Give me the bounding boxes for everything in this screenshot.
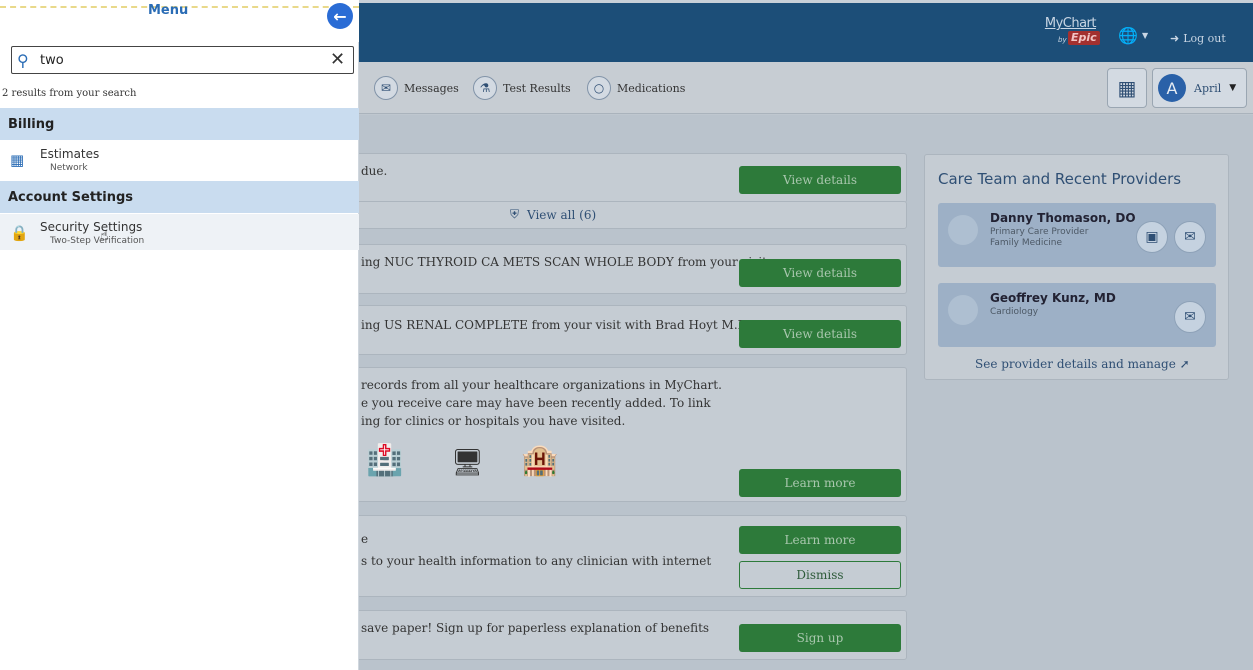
user-menu-button[interactable]: A April ▼ [1152,68,1247,108]
provider-name: Danny Thomason, DO [990,211,1136,225]
flask-icon: ⚗ [473,76,497,100]
view-details-button[interactable]: View details [739,320,901,348]
chevron-down-icon: ▼ [1229,83,1237,93]
menu-search-box: ⚲ ✕ [11,46,354,74]
result-title: Security Settings [40,220,143,234]
result-subtitle: Two-Step Verification [50,236,145,246]
provider-photo [948,295,978,325]
view-all-link[interactable]: ⛨ View all (6) [510,207,596,222]
menu-search-input[interactable] [40,50,320,70]
paperless-card: save paper! Sign up for paperless explan… [340,610,907,660]
paperless-text: save paper! Sign up for paperless explan… [361,621,710,635]
link-accounts-card: records from all your healthcare organiz… [340,367,907,502]
link-accounts-text-3: ing for clinics or hospitals you have vi… [361,414,626,428]
message-button[interactable]: ✉ [1174,221,1206,253]
provider-role: Primary Care Provider Family Medicine [990,227,1088,249]
result-subtitle: Network [50,163,88,173]
overdue-card: due. View details [340,153,907,203]
provider-card[interactable]: Danny Thomason, DO Primary Care Provider… [938,203,1216,267]
share-everywhere-card: e s to your health information to any cl… [340,515,907,597]
envelope-icon: ✉ [1184,229,1196,245]
calendar-icon: ▣ [1145,229,1159,245]
message-button[interactable]: ✉ [1174,301,1206,333]
care-team-panel: Care Team and Recent Providers Danny Tho… [924,154,1229,380]
menu-result-security-settings[interactable]: 🔒 Security Settings Two-Step Verificatio… [0,214,359,250]
test-result-card: ing US RENAL COMPLETE from your visit wi… [340,305,907,355]
share-card-text: s to your health information to any clin… [361,554,712,568]
logout-icon: ➜ [1170,31,1180,45]
nav-test-results[interactable]: ⚗ Test Results [473,76,571,100]
provider-photo [948,215,978,245]
envelope-icon: ✉ [1184,309,1196,325]
view-details-button[interactable]: View details [739,166,901,194]
provider-role: Cardiology [990,307,1039,317]
avatar: A [1158,74,1186,102]
globe-icon: 🌐 [1118,26,1138,45]
provider-card[interactable]: Geoffrey Kunz, MD Cardiology ✉ [938,283,1216,347]
nav-medications-label: Medications [617,81,686,95]
menu-title: Menu [148,3,189,18]
test-result-text: ing US RENAL COMPLETE from your visit wi… [361,318,755,332]
view-all-label: View all (6) [527,207,597,222]
logo-mychart-text: MyChart [1044,16,1097,31]
see-provider-details-label: See provider details and manage [975,357,1176,371]
learn-more-button[interactable]: Learn more [739,469,901,497]
lock-icon: 🔒 [10,224,29,242]
nav-test-results-label: Test Results [503,81,571,95]
section-heading-account-settings: Account Settings [0,181,359,213]
nav-messages[interactable]: ✉ Messages [374,76,459,100]
shield-icon: ⛨ [510,207,520,221]
envelope-icon: ✉ [374,76,398,100]
nav-medications[interactable]: ○ Medications [587,76,685,100]
care-team-title: Care Team and Recent Providers [938,170,1182,188]
view-all-bar [340,201,907,229]
logo-by-text: by [1058,36,1067,44]
section-heading-billing: Billing [0,108,359,140]
sign-up-button[interactable]: Sign up [739,624,901,652]
qr-code-icon: ▦ [1117,76,1137,100]
menu-header: Menu ← [0,0,359,42]
search-icon: ⚲ [17,51,29,70]
see-provider-details-link[interactable]: See provider details and manage ➚ [975,357,1190,371]
test-result-card: ing NUC THYROID CA METS SCAN WHOLE BODY … [340,244,907,294]
schedule-button[interactable]: ▣ [1136,221,1168,253]
clinic-illustration-icon: 🏨 [521,443,559,478]
provider-name: Geoffrey Kunz, MD [990,291,1116,305]
share-card-title: e [361,532,369,546]
external-link-icon: ➚ [1179,357,1190,371]
hand-cursor-icon: ☝ [100,228,109,244]
learn-more-button[interactable]: Learn more [739,526,901,554]
qr-code-button[interactable]: ▦ [1107,68,1147,108]
provider-role-2: Family Medicine [990,238,1063,248]
result-title: Estimates [40,147,100,161]
chevron-down-icon: ▼ [1142,31,1149,40]
logout-label: Log out [1183,31,1226,45]
menu-result-estimates[interactable]: ▦ Estimates Network [0,141,359,177]
hospital-illustration-icon: 🏥 [366,443,404,478]
pill-icon: ○ [587,76,611,100]
clear-search-icon[interactable]: ✕ [330,49,345,70]
mychart-logo[interactable]: MyChart by Epic [1044,16,1100,48]
overdue-card-text: due. [361,164,388,178]
link-accounts-text-2: e you receive care may have been recentl… [361,396,711,410]
dismiss-button[interactable]: Dismiss [739,561,901,589]
user-name: April [1194,81,1222,95]
test-result-text: ing NUC THYROID CA METS SCAN WHOLE BODY … [361,255,767,269]
nav-messages-label: Messages [404,81,459,95]
search-results-count: 2 results from your search [2,88,137,99]
logo-epic-text: Epic [1068,31,1100,45]
view-details-button[interactable]: View details [739,259,901,287]
logout-button[interactable]: ➜ Log out [1170,28,1226,48]
close-menu-button[interactable]: ← [327,3,353,29]
provider-role-1: Primary Care Provider [990,227,1089,237]
computer-illustration-icon: 🖥 [451,448,485,478]
menu-panel: Menu ← ⚲ ✕ 2 results from your search Bi… [0,0,359,670]
calculator-icon: ▦ [10,151,25,169]
link-accounts-text-1: records from all your healthcare organiz… [361,378,722,392]
language-button[interactable]: 🌐 ▼ [1118,26,1152,46]
arrow-left-icon: ← [333,6,347,26]
